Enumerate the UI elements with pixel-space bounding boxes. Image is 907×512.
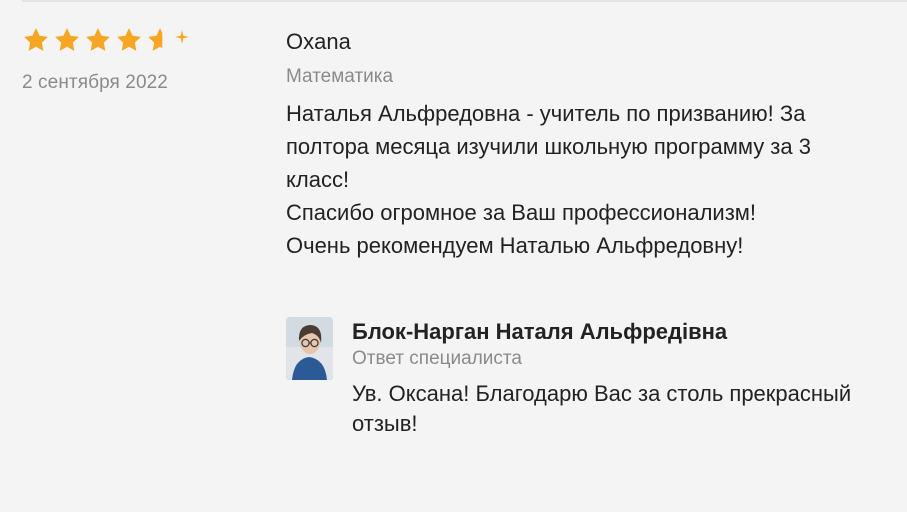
star-icon [22,26,50,54]
reply-body: Блок-Нарган Наталя Альфредівна Ответ спе… [352,317,907,439]
star-icon [84,26,112,54]
sparkle-icon [175,30,189,44]
reply-text: Ув. Оксана! Благодарю Вас за столь прекр… [352,379,907,439]
review-text-line: Очень рекомендуем Наталью Альфредовну! [286,233,744,258]
review-text-line: Наталья Альфредовна - учитель по призван… [286,101,806,126]
reply-text-line: отзыв! [352,411,418,436]
reply-text-line: Ув. Оксана! Благодарю Вас за столь прекр… [352,381,852,406]
specialist-name[interactable]: Блок-Нарган Наталя Альфредівна [352,317,907,347]
review-text: Наталья Альфредовна - учитель по призван… [286,97,886,262]
review-text-line: класс! [286,167,350,192]
avatar-photo-icon [286,317,333,380]
reply-role-label: Ответ специалиста [352,348,522,369]
review-author: Oxana [286,29,351,54]
review-content: Oxana Математика Наталья Альфредовна - у… [286,27,886,262]
star-rating [22,23,222,57]
review-date: 2 сентября 2022 [22,72,168,93]
review-text-line: полтора месяца изучили школьную программ… [286,134,811,159]
specialist-reply: Блок-Нарган Наталя Альфредівна Ответ спе… [286,317,907,457]
avatar[interactable] [286,317,333,380]
review-meta: 2 сентября 2022 [22,23,222,94]
review-page: 2 сентября 2022 Oxana Математика Наталья… [0,0,907,512]
review-subject: Математика [286,66,394,87]
divider [22,0,907,2]
half-star-icon [146,26,174,54]
review-text-line: Спасибо огромное за Ваш профессионализм! [286,200,757,225]
star-icon [53,26,81,54]
star-icon [115,26,143,54]
